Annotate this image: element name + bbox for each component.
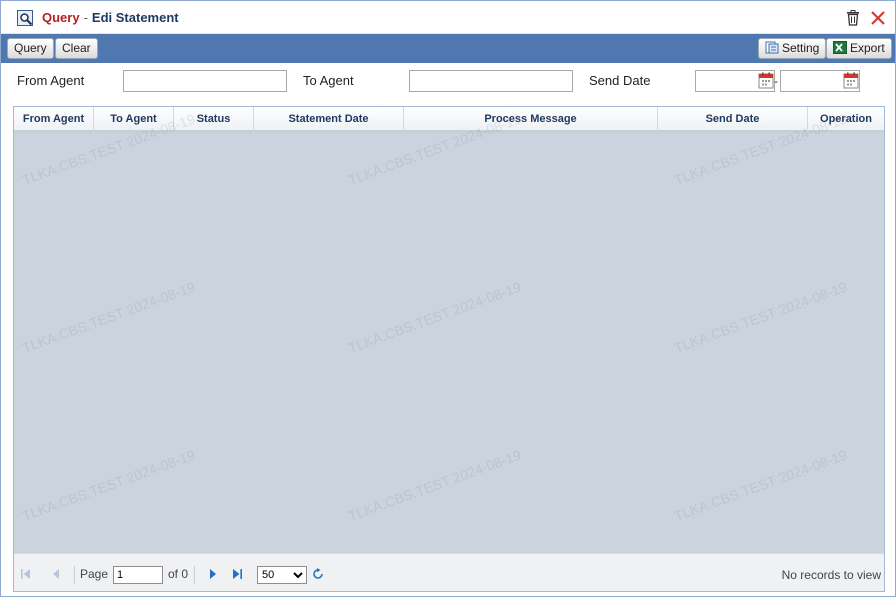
watermark: TLKA.CBS.TEST 2024-08-19 [20,278,198,357]
from-agent-input[interactable] [123,70,287,92]
pager: Page of 0 10 20 50 100 No records to vie… [14,553,884,591]
calendar-icon[interactable] [758,72,774,89]
query-window: Query - Edi Statement Query Clear Setting [0,0,896,597]
watermark: TLKA.CBS.TEST 2024-08-19 [346,278,524,357]
toolbar: Query Clear Setting Export [1,34,895,63]
excel-icon [833,41,847,54]
column-header-from-agent[interactable]: From Agent [14,107,94,132]
results-grid: From Agent To Agent Status Statement Dat… [13,106,885,592]
from-agent-label: From Agent [17,73,85,88]
query-button[interactable]: Query [7,38,54,59]
page-label: Page [80,567,109,581]
export-button[interactable]: Export [826,38,892,59]
clear-button[interactable]: Clear [55,38,98,59]
records-status: No records to view [781,568,881,582]
page-size-select[interactable]: 10 20 50 100 [257,566,307,584]
watermark: TLKA.CBS.TEST 2024-08-19 [346,446,524,525]
prev-page-icon[interactable] [50,568,62,580]
date-range-separator: - [774,74,778,88]
grid-body: TLKA.CBS.TEST 2024-08-19 TLKA.CBS.TEST 2… [14,111,884,553]
page-of-label: of 0 [168,567,189,581]
next-page-icon[interactable] [207,568,219,580]
title-bar: Query - Edi Statement [1,1,895,34]
close-icon[interactable] [870,10,886,26]
first-page-icon[interactable] [20,568,32,580]
watermark: TLKA.CBS.TEST 2024-08-19 [672,278,850,357]
pager-separator [194,566,195,584]
title-module: Query [42,10,80,25]
column-header-process-message[interactable]: Process Message [404,107,658,132]
trash-icon[interactable] [846,10,860,26]
to-agent-label: To Agent [303,73,354,88]
column-header-send-date[interactable]: Send Date [658,107,808,132]
page-number-input[interactable] [113,566,163,584]
setting-label: Setting [782,41,820,55]
setting-button[interactable]: Setting [758,38,827,59]
watermark: TLKA.CBS.TEST 2024-08-19 [20,446,198,525]
column-header-statement-date[interactable]: Statement Date [254,107,404,132]
title-separator: - [83,10,88,25]
title-name: Edi Statement [91,10,179,25]
refresh-icon[interactable] [312,568,324,580]
calendar-icon[interactable] [843,72,859,89]
export-label: Export [850,41,885,55]
filter-bar: From Agent To Agent Send Date - [1,63,895,101]
magnifier-icon [17,10,33,26]
send-date-label: Send Date [589,73,651,88]
pager-separator [74,566,75,584]
setting-icon [765,41,779,54]
window-title: Query - Edi Statement [42,10,179,25]
to-agent-input[interactable] [409,70,573,92]
last-page-icon[interactable] [231,568,243,580]
watermark: TLKA.CBS.TEST 2024-08-19 [672,446,850,525]
